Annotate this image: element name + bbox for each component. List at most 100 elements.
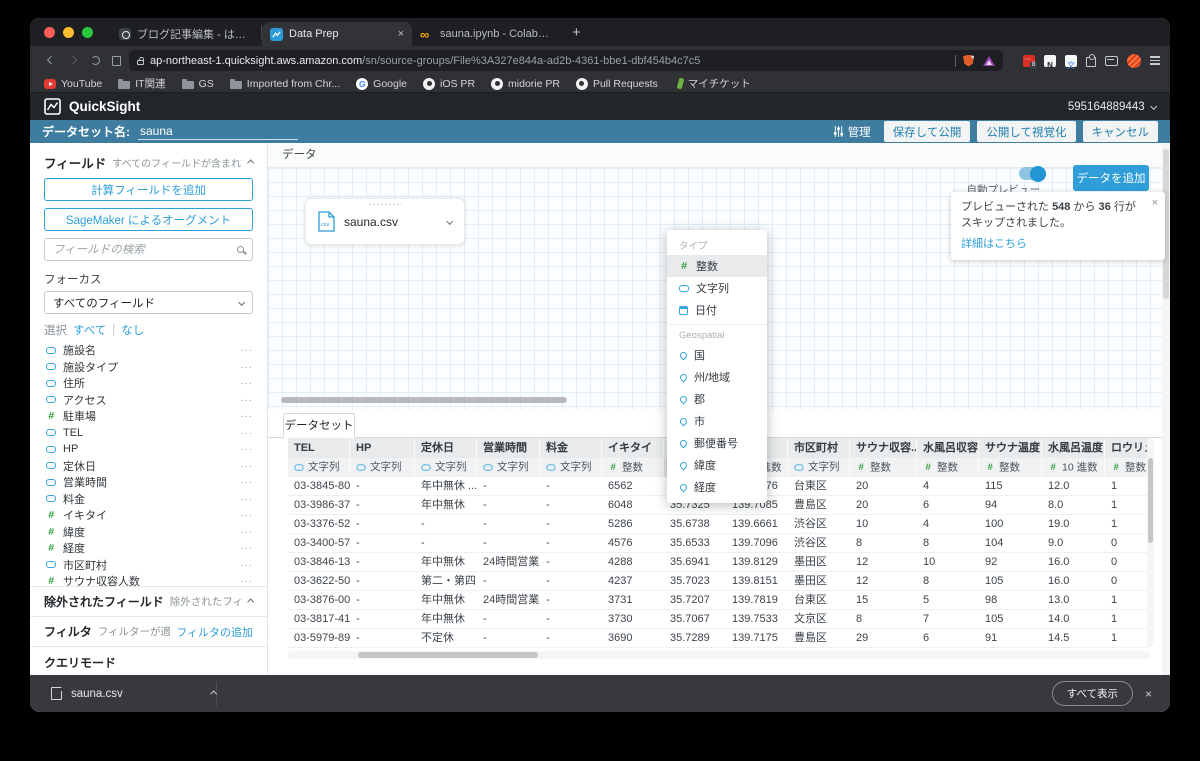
field-list-item[interactable]: 経度 <box>30 540 267 557</box>
column-type-cell[interactable]: 文字列 <box>415 458 477 477</box>
field-options-icon[interactable] <box>240 394 253 406</box>
column-header[interactable]: HP <box>350 438 415 458</box>
tab-colab[interactable]: sauna.ipynb - Colaboratory <box>412 22 562 46</box>
column-header[interactable]: TEL <box>288 438 350 458</box>
select-none-link[interactable]: なし <box>121 322 144 338</box>
bookmark-item[interactable]: Imported from Chr... <box>229 78 340 90</box>
type-menu-item[interactable]: 整数 <box>667 255 767 277</box>
type-menu-item[interactable]: 文字列 <box>667 277 767 299</box>
type-menu-item[interactable]: 日付 <box>667 299 767 321</box>
close-window-button[interactable] <box>44 26 55 38</box>
tab-hatena-blog[interactable]: ブログ記事編集 - はてなブログ <box>111 22 261 46</box>
column-header[interactable]: 料金 <box>540 438 602 458</box>
footer-file-item[interactable]: sauna.csv <box>30 687 218 700</box>
dataset-name-input[interactable] <box>138 123 298 140</box>
field-list-item[interactable]: イキタイ <box>30 507 267 524</box>
table-vertical-scrollbar[interactable] <box>1147 438 1154 647</box>
wallet-icon[interactable] <box>1105 55 1118 66</box>
close-panel-icon[interactable] <box>1145 687 1152 701</box>
bookmark-item[interactable]: midorie PR <box>491 77 560 90</box>
field-list-item[interactable]: 定休日 <box>30 458 267 475</box>
field-list-item[interactable]: サウナ収容人数 <box>30 573 267 586</box>
column-header[interactable]: サウナ温度 <box>979 438 1042 458</box>
table-horizontal-scrollbar[interactable] <box>288 651 1150 659</box>
column-header[interactable]: 水風呂温度 <box>1042 438 1105 458</box>
close-notification-icon[interactable] <box>1152 198 1158 209</box>
dataset-tab[interactable]: データセット <box>283 413 355 438</box>
manage-button[interactable]: 管理 <box>833 124 871 140</box>
column-type-cell[interactable]: 文字列 <box>477 458 540 477</box>
field-list-item[interactable]: 駐車場 <box>30 408 267 425</box>
field-list-item[interactable]: 住所 <box>30 375 267 392</box>
field-options-icon[interactable] <box>240 460 253 472</box>
field-options-icon[interactable] <box>240 344 253 356</box>
select-all-link[interactable]: すべて <box>73 322 106 338</box>
field-list-item[interactable]: 営業時間 <box>30 474 267 491</box>
drag-handle[interactable] <box>368 203 402 206</box>
action-button[interactable]: キャンセル <box>1082 121 1158 142</box>
field-list-item[interactable]: アクセス <box>30 392 267 409</box>
field-list-item[interactable]: 料金 <box>30 491 267 508</box>
bookmark-item[interactable]: GS <box>181 78 214 90</box>
add-data-button[interactable]: データを追加 <box>1073 165 1149 191</box>
reload-button[interactable] <box>84 56 106 65</box>
field-options-icon[interactable] <box>240 377 253 389</box>
field-list-item[interactable]: HP <box>30 441 267 458</box>
sagemaker-augment-button[interactable]: SageMaker によるオーグメント <box>44 208 253 231</box>
field-options-icon[interactable] <box>240 575 253 586</box>
field-search-input[interactable] <box>53 243 237 256</box>
field-list-item[interactable]: 市区町村 <box>30 557 267 574</box>
field-options-icon[interactable] <box>240 559 253 571</box>
field-options-icon[interactable] <box>240 361 253 373</box>
collapse-fields-icon[interactable] <box>246 158 255 167</box>
field-options-icon[interactable] <box>240 526 253 538</box>
column-type-cell[interactable]: 文字列 <box>540 458 602 477</box>
geo-menu-item[interactable]: 市 <box>667 410 767 432</box>
geo-menu-item[interactable]: 緯度 <box>667 454 767 476</box>
extensions-puzzle-icon[interactable] <box>1086 53 1096 67</box>
close-tab-icon[interactable]: × <box>398 28 404 40</box>
column-header[interactable]: 定休日 <box>415 438 477 458</box>
bookmark-item[interactable]: IT関連 <box>118 76 166 91</box>
column-type-cell[interactable]: 整数 <box>1105 458 1150 477</box>
field-list-item[interactable]: 施設タイプ <box>30 359 267 376</box>
geo-menu-item[interactable]: 国 <box>667 344 767 366</box>
column-header[interactable]: 営業時間 <box>477 438 540 458</box>
browser-menu-icon[interactable] <box>1150 56 1160 65</box>
action-button[interactable]: 公開して視覚化 <box>977 121 1076 142</box>
field-options-icon[interactable] <box>240 509 253 521</box>
show-all-button[interactable]: すべて表示 <box>1051 681 1133 706</box>
field-options-icon[interactable] <box>240 542 253 554</box>
column-header[interactable]: ロウリュ <box>1105 438 1150 458</box>
bookmark-item[interactable]: Google <box>356 77 407 90</box>
column-header[interactable]: サウナ収容... <box>850 438 917 458</box>
geo-menu-item[interactable]: 郵便番号 <box>667 432 767 454</box>
shield-extension-icon[interactable]: 1 <box>963 54 974 67</box>
tab-data-prep[interactable]: Data Prep × <box>262 22 412 46</box>
field-options-icon[interactable] <box>240 476 253 488</box>
column-header[interactable]: 水風呂収容... <box>917 438 979 458</box>
field-options-icon[interactable] <box>240 427 253 439</box>
column-type-cell[interactable]: 整数 <box>602 458 664 477</box>
new-tab-button[interactable] <box>572 24 581 41</box>
auto-preview-toggle[interactable] <box>1019 165 1046 182</box>
column-header[interactable]: 市区町村 <box>788 438 850 458</box>
geo-menu-item[interactable]: 経度 <box>667 476 767 498</box>
field-options-icon[interactable] <box>240 410 253 422</box>
field-list-item[interactable]: 施設名 <box>30 342 267 359</box>
geo-menu-item[interactable]: 州/地域 <box>667 366 767 388</box>
minimize-window-button[interactable] <box>63 26 74 38</box>
zoom-window-button[interactable] <box>82 26 93 38</box>
column-type-cell[interactable]: 文字列 <box>788 458 850 477</box>
red-extension-icon[interactable]: 8 <box>1023 54 1037 69</box>
profile-avatar[interactable] <box>1127 53 1141 68</box>
column-type-cell[interactable]: 整数 <box>850 458 917 477</box>
field-search[interactable] <box>44 238 253 261</box>
field-options-icon[interactable] <box>240 443 253 455</box>
column-header[interactable]: イキタイ <box>602 438 664 458</box>
column-type-cell[interactable]: 整数 <box>917 458 979 477</box>
column-type-cell[interactable]: 整数 <box>979 458 1042 477</box>
field-list-item[interactable]: TEL <box>30 425 267 442</box>
excluded-fields-section[interactable]: 除外されたフィールド 除外されたフィールドはありません <box>30 586 267 616</box>
field-options-icon[interactable] <box>240 493 253 505</box>
